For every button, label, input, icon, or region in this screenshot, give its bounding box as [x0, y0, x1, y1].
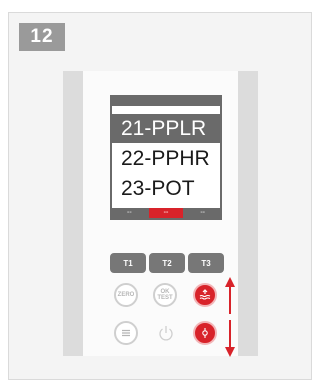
- arrow-up-icon: [225, 277, 235, 314]
- t1-button[interactable]: T1: [110, 253, 146, 273]
- softkey-bar: -- -- --: [112, 208, 220, 218]
- water-heat-button[interactable]: [193, 283, 217, 307]
- t2-button[interactable]: T2: [149, 253, 185, 273]
- step-number-badge: 12: [19, 23, 65, 51]
- power-icon: [159, 326, 173, 341]
- screen-header-bar: [112, 97, 220, 106]
- zero-label: ZERO: [117, 292, 135, 298]
- menu-item-21-pplr[interactable]: 21-PPLR: [112, 114, 220, 143]
- power-button[interactable]: [156, 323, 176, 343]
- ok-test-button[interactable]: OK TEST: [153, 283, 177, 307]
- test-label: TEST: [157, 295, 173, 301]
- menu-item-22-pphr[interactable]: 22-PPHR: [112, 144, 220, 173]
- menu-icon: [122, 329, 130, 337]
- water-heat-icon: [199, 289, 211, 300]
- panel-edge-right: [238, 71, 258, 356]
- menu-button[interactable]: [114, 321, 138, 345]
- arrow-down-icon: [225, 320, 235, 357]
- softkey-right[interactable]: --: [183, 208, 220, 218]
- pump-button[interactable]: [193, 321, 217, 345]
- panel-edge-left: [63, 71, 83, 356]
- softkey-left[interactable]: --: [112, 208, 147, 218]
- softkey-center[interactable]: --: [146, 208, 184, 218]
- t3-button[interactable]: T3: [188, 253, 224, 273]
- lcd-screen: 21-PPLR 22-PPHR 23-POT -- -- --: [110, 95, 222, 220]
- pump-icon: [202, 328, 208, 338]
- zero-button[interactable]: ZERO: [114, 283, 138, 307]
- menu-item-23-pot[interactable]: 23-POT: [112, 174, 220, 203]
